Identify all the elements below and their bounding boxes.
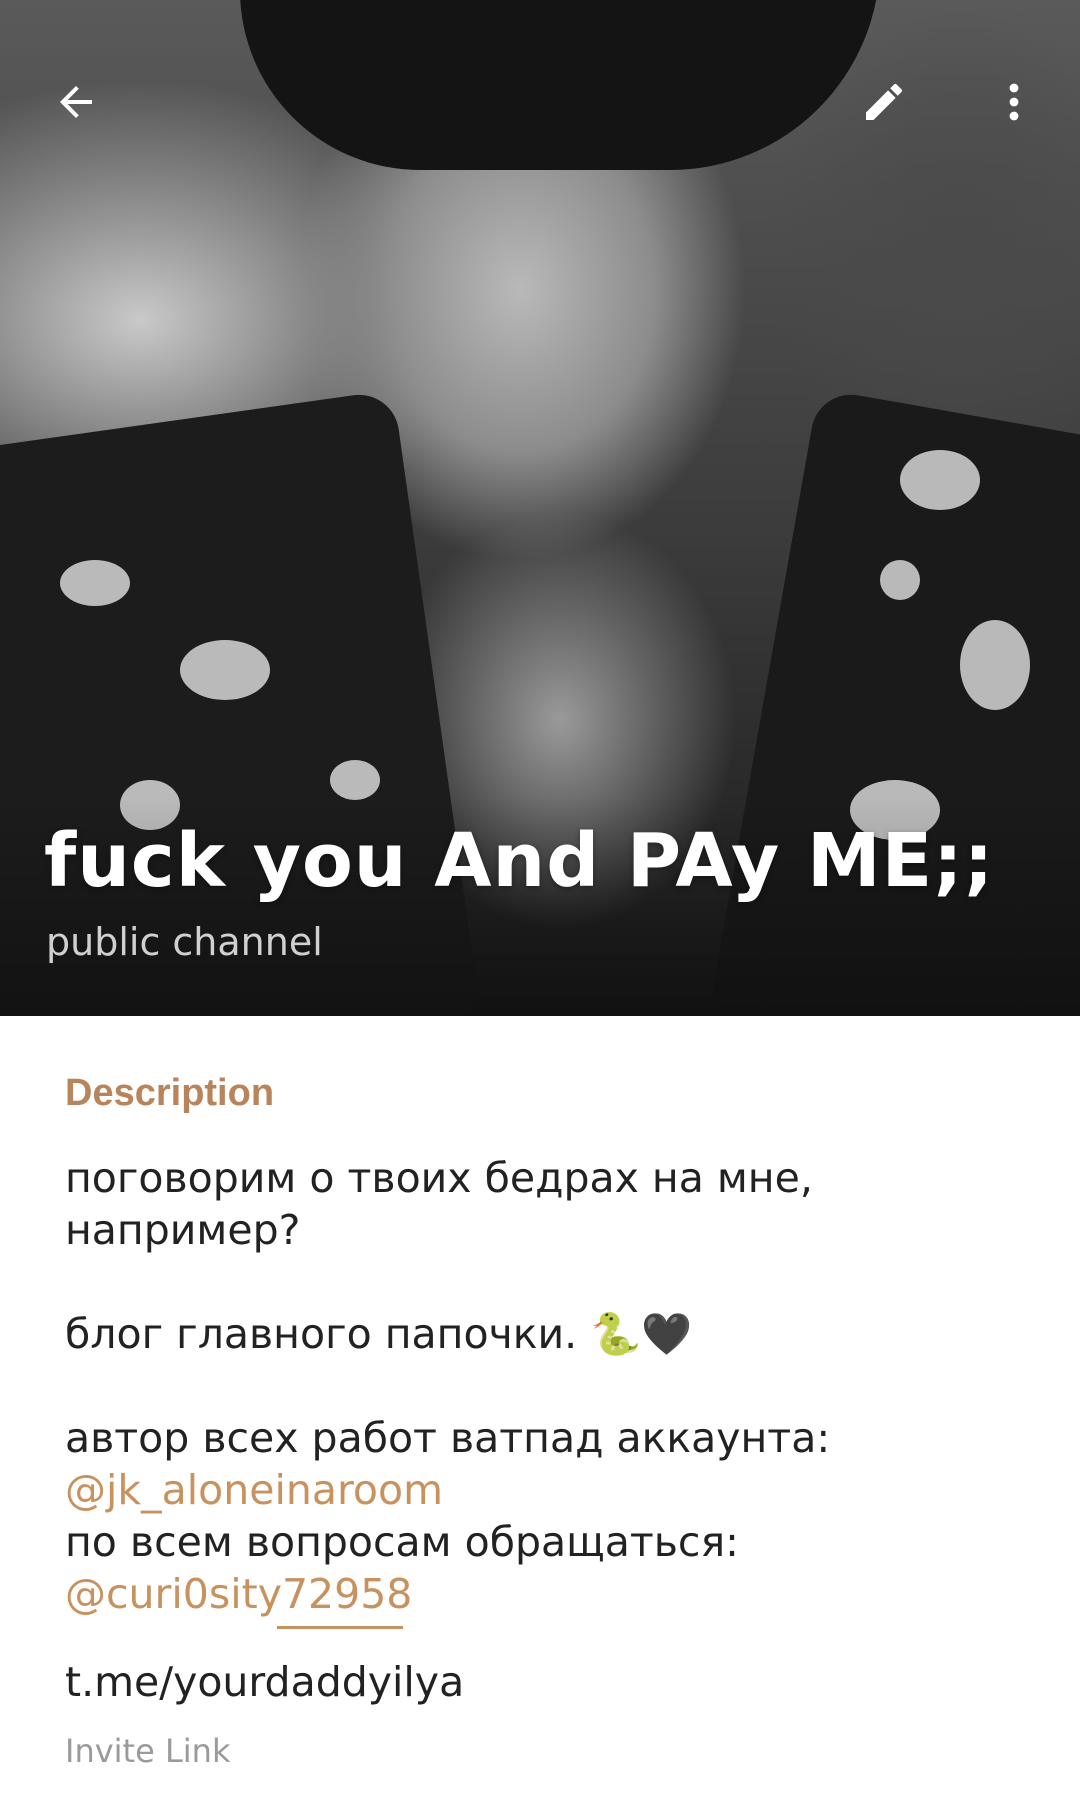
description-line: например? [65,1206,301,1254]
photo-pattern [880,560,920,600]
photo-pattern [960,620,1030,710]
mention-link-contact[interactable]: @curi0sity72958 [65,1568,1025,1620]
description-line: по всем вопросам обращаться: [65,1518,739,1566]
channel-cover-photo: fuck you And PAy ME;; public channel [0,0,1080,1016]
channel-type: public channel [46,920,323,964]
description-line: поговорим о твоих бедрах на мне, [65,1154,813,1202]
pencil-icon [866,83,902,120]
edit-button[interactable] [848,66,920,138]
photo-pattern [330,760,380,800]
description-line: автор всех работ ватпад аккаунта: [65,1414,831,1462]
more-options-button[interactable] [978,66,1050,138]
photo-hair-shape [240,0,880,170]
description-text: поговорим о твоих бедрах на мне, наприме… [65,1152,1025,1629]
arrow-left-icon [60,86,92,118]
back-button[interactable] [40,66,112,138]
more-vertical-icon [1009,83,1019,121]
photo-pattern [180,640,270,700]
channel-title: fuck you And PAy ME;; [44,818,995,904]
link-underline [277,1626,403,1629]
description-line: блог главного папочки. 🐍🖤 [65,1310,693,1358]
description-label: Description [65,1072,275,1114]
invite-link[interactable]: t.me/yourdaddyilya [65,1658,464,1706]
invite-link-label: Invite Link [65,1732,231,1770]
photo-pattern [60,560,130,606]
photo-pattern [900,450,980,510]
mention-link-author[interactable]: @jk_aloneinaroom [65,1464,1025,1516]
